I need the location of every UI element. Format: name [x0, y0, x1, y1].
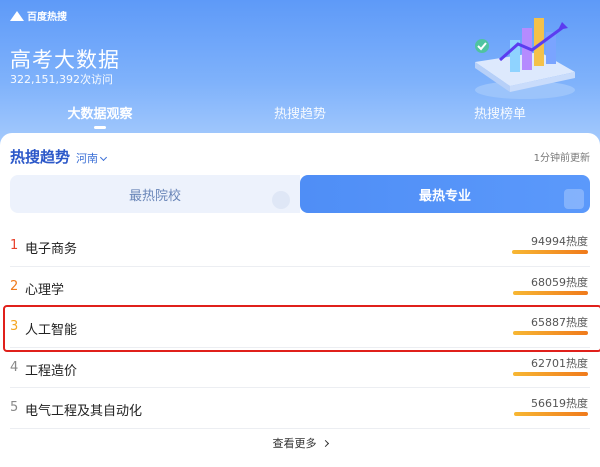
heat-value: 65887热度 — [531, 316, 588, 329]
rank-number: 1 — [10, 238, 19, 253]
major-name: 工程造价 — [25, 363, 78, 379]
segment-control: 最热院校 最热专业 — [10, 175, 590, 213]
heat-value: 56619热度 — [531, 397, 588, 410]
visit-count: 322,151,392次访问 — [10, 73, 113, 86]
list-item[interactable]: 2 心理学 68059热度 — [10, 267, 590, 307]
list-item[interactable]: 3 人工智能 65887热度 — [3, 305, 600, 352]
heat-bar — [514, 412, 588, 416]
heat-bar — [513, 290, 588, 295]
chevron-down-icon — [99, 153, 108, 162]
brand[interactable]: 百度热搜 — [10, 8, 67, 23]
view-more-button[interactable]: 查看更多 — [0, 435, 600, 451]
major-name: 心理学 — [25, 282, 65, 298]
rank-number: 3 — [10, 319, 19, 334]
major-name: 电子商务 — [25, 242, 78, 257]
chevron-right-icon — [321, 439, 329, 448]
segment-hot-colleges-label: 最热院校 — [128, 188, 181, 204]
list-item[interactable]: 4 工程造价 62701热度 — [10, 348, 590, 388]
rank-number: 2 — [10, 278, 19, 294]
baidu-hot-logo-icon — [10, 10, 24, 21]
college-deco-icon — [272, 191, 290, 209]
card-header: 热搜趋势 河南 — [10, 146, 108, 167]
list-item[interactable]: 5 电气工程及其自动化 56619热度 — [10, 388, 590, 429]
region-selector[interactable]: 河南 — [76, 150, 108, 166]
view-more-label: 查看更多 — [272, 437, 317, 450]
data-chart-illustration-icon — [475, 18, 575, 99]
major-name: 电气工程及其自动化 — [25, 404, 143, 419]
list-item[interactable]: 1 电子商务 94994热度 — [10, 226, 590, 267]
tab-hot-ranking[interactable]: 热搜榜单 — [400, 103, 600, 131]
header-tabs: 大数据观察 热搜趋势 热搜榜单 — [0, 103, 600, 131]
trend-card: 热搜趋势 河南 1分钟前更新 最热院校 最热专业 1 电子商务 94994热度 2 心理… — [0, 133, 600, 467]
tab-hot-trends[interactable]: 热搜趋势 — [200, 103, 400, 131]
heat-value: 62701热度 — [531, 356, 588, 370]
brand-name: 百度热搜 — [27, 12, 67, 23]
heat-value: 94994热度 — [531, 235, 588, 248]
card-title: 热搜趋势 — [10, 148, 71, 166]
rank-number: 4 — [10, 359, 19, 375]
segment-hot-majors-label: 最热专业 — [418, 188, 471, 204]
rank-number: 5 — [10, 400, 19, 415]
heat-value: 68059热度 — [531, 275, 588, 289]
segment-hot-majors[interactable]: 最热专业 — [300, 175, 590, 213]
ranking-list: 1 电子商务 94994热度 2 心理学 68059热度 3 人工智能 65887热度 4 工程造价… — [3, 226, 600, 429]
region-label: 河南 — [76, 152, 99, 165]
heat-bar — [513, 331, 588, 335]
heat-bar — [513, 371, 588, 376]
tab-data-observation[interactable]: 大数据观察 — [0, 103, 200, 131]
major-deco-icon — [564, 189, 584, 209]
heat-bar — [512, 250, 588, 254]
segment-hot-colleges[interactable]: 最热院校 — [10, 175, 300, 213]
page-title: 高考大数据 — [10, 48, 120, 72]
major-name: 人工智能 — [25, 323, 78, 338]
updated-time: 1分钟前更新 — [533, 153, 590, 164]
header-banner: 百度热搜 高考大数据 322,151,392次访问 大数据观察 热搜趋势 热搜榜… — [0, 0, 600, 150]
